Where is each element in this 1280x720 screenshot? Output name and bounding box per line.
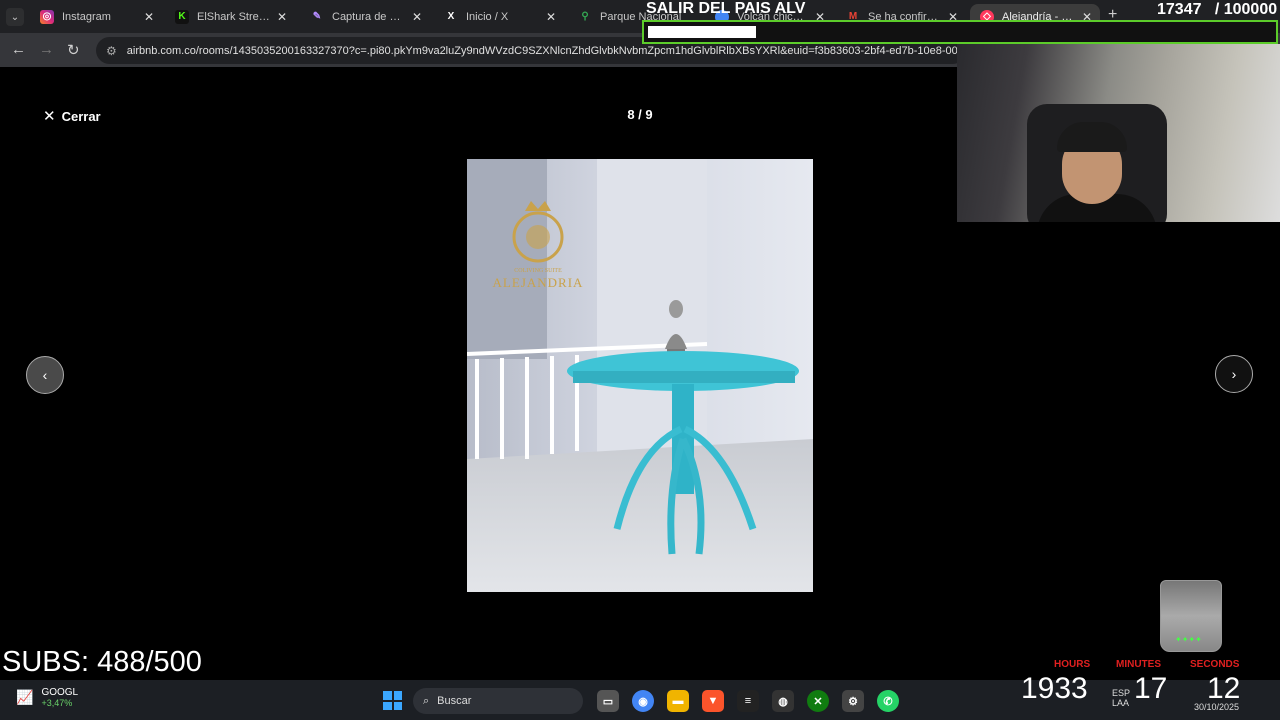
brave-icon[interactable]: ▼ xyxy=(702,690,724,712)
settings-gear-icon[interactable]: ⚙ xyxy=(842,690,864,712)
file-explorer-icon[interactable]: ▬ xyxy=(667,690,689,712)
goal-title: SALIR DEL PAIS ALV xyxy=(646,0,806,17)
lang-indicator[interactable]: ESP LAA xyxy=(1112,688,1130,708)
close-gallery-button[interactable]: ✕ Cerrar xyxy=(43,107,101,125)
photo-illustration: COLIVING SUITE ALEJANDRIA xyxy=(467,159,813,592)
search-placeholder: Buscar xyxy=(437,695,472,707)
timer-hours-label: HOURS xyxy=(1054,659,1091,670)
stock-widget[interactable]: 📈 GOOGL +3,47% xyxy=(16,687,78,708)
tab-list-button[interactable]: ⌄ xyxy=(6,8,24,26)
close-tab-icon[interactable]: ✕ xyxy=(546,10,556,24)
whatsapp-icon[interactable]: ✆ xyxy=(877,690,899,712)
forward-arrow-icon[interactable]: → xyxy=(39,41,54,58)
tab-x-inicio[interactable]: X Inicio / X ✕ xyxy=(434,4,564,29)
glass-label-icon: ✦✦✦✦ xyxy=(1175,635,1202,644)
task-view-icon[interactable]: ▭ xyxy=(597,690,619,712)
chevron-right-icon: › xyxy=(1231,366,1237,382)
chrome-taskbar-icon[interactable]: ◉ xyxy=(632,690,654,712)
close-tab-icon[interactable]: ✕ xyxy=(277,10,287,24)
listing-photo: COLIVING SUITE ALEJANDRIA xyxy=(467,159,813,592)
timer-minutes-label: MINUTES xyxy=(1116,659,1161,670)
previous-photo-button[interactable]: ‹ xyxy=(26,356,64,394)
logo-small-text: COLIVING SUITE xyxy=(514,268,562,274)
timer-seconds: 12 xyxy=(1207,672,1241,705)
stock-name: GOOGL xyxy=(41,687,79,698)
steam-icon[interactable]: ◍ xyxy=(772,690,794,712)
close-tab-icon[interactable]: ✕ xyxy=(412,10,422,24)
streamer-cap xyxy=(1057,122,1127,152)
search-icon: ⌕ xyxy=(423,694,430,707)
pen-icon: ✎ xyxy=(312,11,322,22)
instagram-icon: ◎ xyxy=(40,9,54,24)
maps-icon: ⚲ xyxy=(581,11,589,22)
kick-icon: K xyxy=(175,9,189,24)
goal-count: 17347 / 100000 xyxy=(1157,1,1278,18)
subs-counter: SUBS: 488/500 xyxy=(2,646,202,678)
goal-progress-fill xyxy=(648,26,756,38)
next-photo-button[interactable]: › xyxy=(1215,355,1253,393)
x-icon: X xyxy=(447,11,455,22)
close-tab-icon[interactable]: ✕ xyxy=(144,10,154,24)
back-arrow-icon[interactable]: ← xyxy=(11,41,26,58)
logo-name-text: ALEJANDRIA xyxy=(493,275,584,290)
stock-trend-icon: 📈 xyxy=(16,689,34,705)
site-settings-icon[interactable]: ⚙ xyxy=(106,44,117,58)
xbox-icon[interactable]: ✕ xyxy=(807,690,829,712)
close-label: Cerrar xyxy=(61,108,101,124)
photo-counter: 8 / 9 xyxy=(627,107,653,122)
lang-code: ESP xyxy=(1112,688,1131,698)
close-icon: ✕ xyxy=(43,108,56,125)
taskbar-search[interactable]: ⌕ Buscar xyxy=(413,688,583,714)
chevron-left-icon: ‹ xyxy=(42,367,48,383)
timer-hours: 1933 xyxy=(1021,672,1088,705)
timer-seconds-label: SECONDS xyxy=(1190,659,1240,670)
tab-instagram[interactable]: ◎ Instagram ✕ xyxy=(30,4,162,29)
stock-change: +3,47% xyxy=(41,698,73,708)
windows-start-icon[interactable] xyxy=(383,691,402,710)
terminal-icon[interactable]: ≡ xyxy=(737,690,759,712)
webcam-feed xyxy=(957,44,1280,222)
reload-icon[interactable]: ↻ xyxy=(67,41,80,59)
address-url: airbnb.com.co/rooms/1435035200163327370?… xyxy=(126,44,958,57)
lang-sub: LAA xyxy=(1112,698,1130,708)
goal-progress-bar xyxy=(642,20,1278,44)
tab-captura[interactable]: ✎ Captura de pantal ✕ xyxy=(300,4,430,29)
tab-elshark-stream[interactable]: K ElShark Stream - V ✕ xyxy=(165,4,295,29)
timer-minutes: 17 xyxy=(1134,672,1168,705)
